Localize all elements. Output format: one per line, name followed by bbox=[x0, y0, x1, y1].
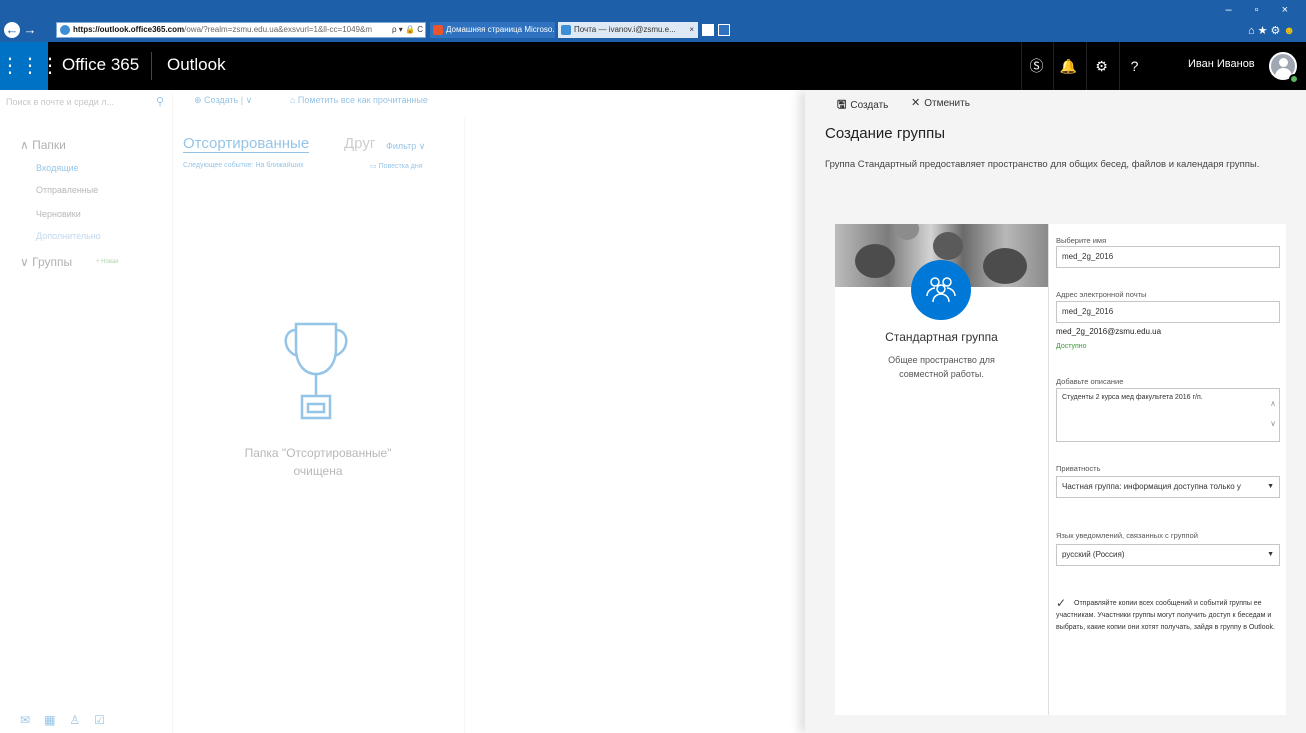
privacy-select[interactable]: Частная группа: информация доступна толь… bbox=[1056, 476, 1280, 498]
module-switcher[interactable]: ✉▦♙☑ bbox=[20, 713, 119, 727]
user-name[interactable]: Иван Иванов bbox=[1188, 58, 1255, 70]
site-icon bbox=[60, 25, 70, 35]
privacy-label: Приватность bbox=[1056, 464, 1101, 473]
trophy-icon bbox=[284, 322, 348, 420]
folder-inbox[interactable]: Входящие bbox=[36, 163, 79, 173]
search-input[interactable]: Поиск в почте и среди л... ⚲ bbox=[6, 94, 166, 110]
dropdown-arrow-icon: ▼ bbox=[1267, 483, 1274, 490]
folder-more[interactable]: Дополнительно bbox=[36, 231, 101, 241]
email-input[interactable]: med_2g_2016 bbox=[1056, 301, 1280, 323]
cancel-button[interactable]: ✕ Отменить bbox=[911, 96, 970, 109]
panel-title: Создание группы bbox=[825, 125, 945, 142]
browser-chrome: ← → https://outlook.office365.com/owa/?r… bbox=[0, 0, 1306, 42]
forward-icon[interactable]: → bbox=[22, 22, 38, 38]
favorites-icon[interactable]: ★ bbox=[1258, 25, 1271, 37]
close-icon: ✕ bbox=[911, 97, 921, 109]
empty-state-line2: очищена bbox=[293, 464, 343, 478]
divider bbox=[172, 92, 173, 733]
email-label: Адрес электронной почты bbox=[1056, 290, 1147, 299]
save-icon: 🖫 bbox=[837, 99, 847, 111]
description-textarea[interactable]: Студенты 2 курса мед факультета 2016 г/п… bbox=[1056, 388, 1280, 442]
app-label[interactable]: Outlook bbox=[167, 55, 226, 75]
address-controls[interactable]: ρ ▾ 🔒 C bbox=[392, 23, 423, 37]
settings-icon[interactable]: ⚙ bbox=[1271, 25, 1284, 37]
privacy-value: Частная группа: информация доступна толь… bbox=[1062, 482, 1241, 491]
gear-icon[interactable]: ⚙ bbox=[1086, 42, 1116, 90]
new-tab-button[interactable] bbox=[702, 24, 714, 36]
description-value: Студенты 2 курса мед факультета 2016 г/п… bbox=[1062, 394, 1203, 401]
description-label: Добавьте описание bbox=[1056, 377, 1124, 386]
next-event-link[interactable]: Следующее событие: На ближайших bbox=[183, 162, 304, 169]
tab-other[interactable]: Друг bbox=[344, 135, 375, 152]
mark-all-read-button[interactable]: ⌂ Пометить все как прочитанные bbox=[290, 95, 428, 105]
people-icon[interactable]: ♙ bbox=[69, 713, 94, 727]
url-host: https://outlook.office365.com bbox=[73, 25, 185, 34]
office-icon bbox=[433, 25, 443, 35]
name-label: Выберите имя bbox=[1056, 236, 1107, 245]
presence-badge bbox=[1289, 74, 1299, 84]
create-group-panel: 🖫 Создать ✕ Отменить Создание группы Групп… bbox=[805, 90, 1306, 733]
email-status: Доступно bbox=[1056, 343, 1087, 350]
divider bbox=[464, 118, 465, 733]
chevron-up-icon: ∧ bbox=[20, 138, 33, 152]
chevron-down-icon: ∨ bbox=[20, 255, 33, 269]
bell-icon[interactable]: 🔔 bbox=[1053, 42, 1083, 90]
calendar-icon[interactable]: ▦ bbox=[44, 713, 69, 727]
skype-icon[interactable]: Ⓢ bbox=[1021, 42, 1051, 90]
tab-title: Почта — ivanov.i@zsmu.e... bbox=[574, 25, 676, 34]
group-icon bbox=[911, 260, 971, 320]
calendar-icon: ▭ bbox=[370, 163, 379, 170]
filter-dropdown[interactable]: Фильтр ∨ bbox=[386, 141, 425, 152]
help-icon[interactable]: ? bbox=[1119, 42, 1149, 90]
group-form: Выберите имя med_2g_2016 Адрес электронн… bbox=[1048, 224, 1286, 715]
mail-icon[interactable]: ✉ bbox=[20, 713, 44, 727]
panel-description: Группа Стандартный предоставляет простра… bbox=[825, 159, 1260, 170]
language-value: русский (Россия) bbox=[1062, 550, 1125, 559]
empty-state-line1: Папка "Отсортированные" bbox=[244, 446, 392, 460]
folder-drafts[interactable]: Черновики bbox=[36, 209, 81, 219]
url-path: /owa/?realm=zsmu.edu.ua&exsvurl=1&ll-cc=… bbox=[184, 25, 372, 34]
browser-tools[interactable]: ⌂★⚙☻ bbox=[1248, 24, 1298, 37]
home-icon[interactable]: ⌂ bbox=[1248, 25, 1258, 37]
tab-microsoft-home[interactable]: Домашняя страница Microso... bbox=[430, 22, 555, 38]
scroll-down-icon[interactable]: ∨ bbox=[1270, 419, 1276, 428]
language-select[interactable]: русский (Россия) ▼ bbox=[1056, 544, 1280, 566]
copies-checkbox-label[interactable]: Отправляйте копии всех сообщений и событ… bbox=[1056, 598, 1280, 634]
search-placeholder: Поиск в почте и среди л... bbox=[6, 97, 114, 107]
new-group-link[interactable]: + Новая bbox=[96, 259, 119, 265]
agenda-link[interactable]: ▭ Повестка дня bbox=[370, 162, 423, 170]
tab-title: Домашняя страница Microso... bbox=[446, 25, 555, 34]
groups-header[interactable]: ∨ Группы bbox=[20, 255, 72, 269]
email-address: med_2g_2016@zsmu.edu.ua bbox=[1056, 327, 1162, 336]
search-icon[interactable]: ⚲ bbox=[156, 94, 164, 110]
group-type-name: Стандартная группа bbox=[885, 330, 998, 344]
address-bar[interactable]: https://outlook.office365.com/owa/?realm… bbox=[56, 22, 426, 38]
site-icon bbox=[561, 25, 571, 35]
scroll-up-icon[interactable]: ∧ bbox=[1270, 399, 1276, 408]
back-icon[interactable]: ← bbox=[4, 22, 20, 38]
language-label: Язык уведомлений, связанных с группой bbox=[1056, 531, 1198, 540]
tab-list-button[interactable] bbox=[718, 24, 730, 36]
group-name-input[interactable]: med_2g_2016 bbox=[1056, 246, 1280, 268]
window-controls[interactable]: – ▫ × bbox=[1225, 4, 1298, 16]
cancel-label: Отменить bbox=[924, 98, 970, 109]
group-type-card: Стандартная группа Общее пространство дл… bbox=[835, 224, 1048, 715]
smiley-icon[interactable]: ☻ bbox=[1283, 25, 1298, 37]
new-button[interactable]: ⊕ Создать | ∨ bbox=[194, 95, 252, 106]
suite-header: ⋮⋮⋮ Office 365 Outlook Ⓢ 🔔 ⚙ ? Иван Иван… bbox=[0, 42, 1306, 90]
close-tab-icon[interactable]: × bbox=[689, 22, 694, 38]
folders-header[interactable]: ∧ Папки bbox=[20, 138, 66, 152]
tab-mail[interactable]: Почта — ivanov.i@zsmu.e... × bbox=[558, 22, 698, 38]
tab-focused[interactable]: Отсортированные bbox=[183, 135, 310, 153]
waffle-icon[interactable]: ⋮⋮⋮ bbox=[0, 42, 60, 90]
create-label: Создать bbox=[850, 100, 889, 111]
create-button[interactable]: 🖫 Создать bbox=[837, 96, 888, 115]
folder-sent[interactable]: Отправленные bbox=[36, 185, 98, 195]
tasks-icon[interactable]: ☑ bbox=[94, 713, 119, 727]
brand-label[interactable]: Office 365 bbox=[62, 55, 139, 75]
dropdown-arrow-icon: ▼ bbox=[1267, 551, 1274, 558]
group-type-description: Общее пространство для совместной работы… bbox=[888, 355, 995, 379]
divider bbox=[151, 52, 152, 80]
